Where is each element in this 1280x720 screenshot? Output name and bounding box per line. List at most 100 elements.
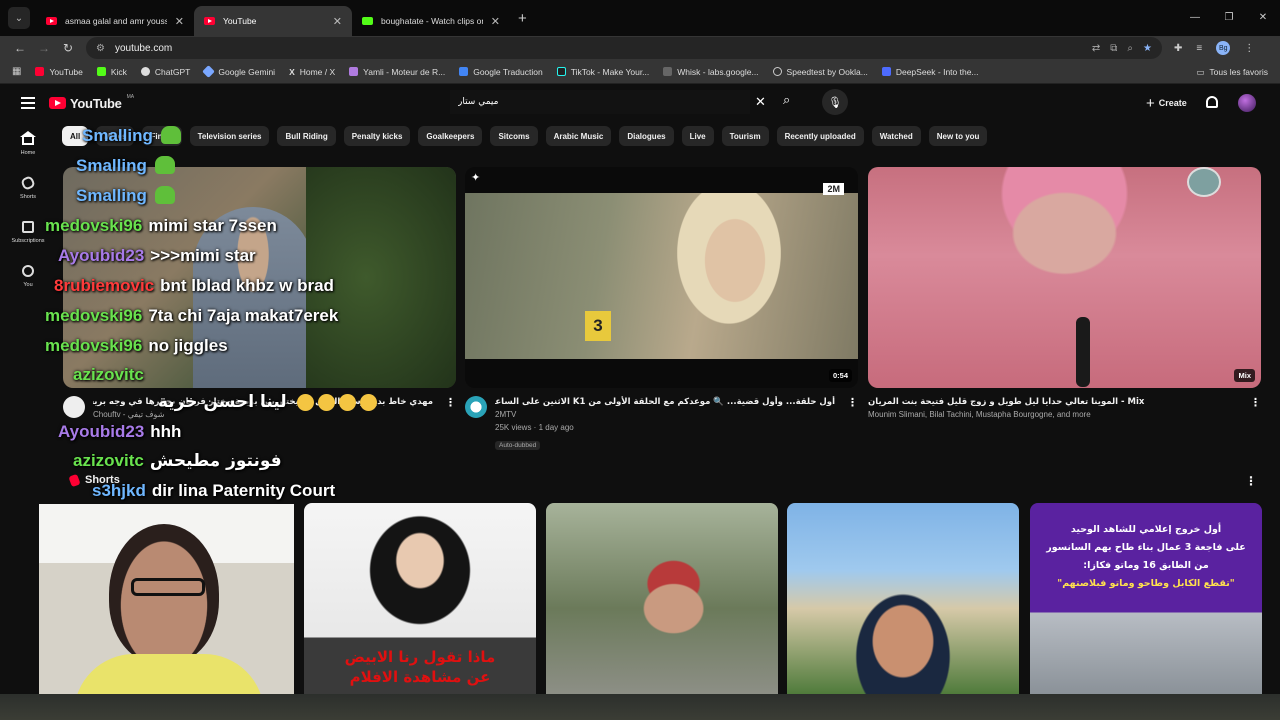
channel-avatar[interactable] (63, 396, 85, 418)
chat-message: 8rubiemovic bnt lblad khbz w brad (54, 276, 334, 296)
bookmark-youtube[interactable]: YouTube (35, 67, 83, 77)
notifications-bell-icon[interactable] (1206, 96, 1218, 108)
short-card[interactable]: أول خروج إعلامي للشاهد الوحيد على فاجعة … (1030, 503, 1262, 695)
back-icon[interactable]: ← (8, 41, 32, 55)
youtube-logo[interactable]: YouTube MA (49, 94, 134, 111)
microphone-icon[interactable]: 🎙 (822, 89, 848, 115)
chip-bull-riding[interactable]: Bull Riding (277, 126, 336, 146)
tab-kick[interactable]: boughatate - Watch clips on Ki ✕ (352, 6, 510, 36)
bookmark-gemini[interactable]: Google Gemini (202, 65, 275, 78)
chip-tourism[interactable]: Tourism (721, 126, 769, 146)
address-bar[interactable]: ⚙ youtube.com ⇄ ⧉ ⌕ ★ (86, 37, 1162, 59)
kick-favicon-icon (362, 17, 373, 25)
video-meta: Mix - الموينا تعالي حدايا ليل طويل و زوج… (868, 396, 1261, 421)
search-input[interactable] (450, 90, 750, 114)
chip-recently-uploaded[interactable]: Recently uploaded (776, 126, 864, 146)
chat-username: 8rubiemovic (54, 276, 155, 295)
guide-rail: Home Shorts Subscriptions You (0, 122, 56, 298)
new-tab-icon[interactable]: + (518, 10, 527, 27)
create-button[interactable]: + Create (1140, 91, 1197, 115)
rail-item-home[interactable]: Home (0, 122, 56, 166)
thumbnail-scene: 3 (465, 193, 858, 359)
close-tab-icon[interactable]: ✕ (491, 15, 500, 28)
chip-arabic-music[interactable]: Arabic Music (545, 126, 612, 146)
forward-icon[interactable]: → (32, 41, 56, 55)
bookmark-tiktok[interactable]: TikTok - Make Your... (556, 67, 649, 77)
site-info-icon[interactable]: ⚙ (96, 43, 105, 54)
you-icon (22, 264, 34, 277)
video-thumbnail[interactable]: Mix (868, 167, 1261, 388)
bookmark-speedtest[interactable]: Speedtest by Ookla... (772, 67, 868, 77)
short-card[interactable] (546, 503, 778, 695)
bookmark-yamli[interactable]: Yamli - Moteur de R... (349, 67, 445, 77)
tiktok-icon (556, 67, 566, 76)
window-controls: — ❐ ✕ (1178, 0, 1280, 36)
close-tab-icon[interactable]: ✕ (175, 15, 184, 28)
account-avatar[interactable] (1238, 94, 1256, 112)
chat-username: Smalling (76, 186, 147, 205)
chip-television-series[interactable]: Television series (189, 126, 270, 146)
chip-sitcoms[interactable]: Sitcoms (490, 126, 538, 146)
extensions-icon[interactable]: ✚ (1174, 43, 1182, 54)
video-thumbnail[interactable]: ✦ 3 2M 0:54 (465, 167, 858, 388)
media-icon[interactable]: ≡ (1196, 43, 1202, 54)
x-icon: X (289, 66, 295, 77)
video-card[interactable]: ✦ 3 2M 0:54 أول حلقة... وأول قضية... 🔍 م… (465, 167, 858, 452)
chat-message: azizovitc (73, 365, 144, 385)
rail-item-you[interactable]: You (0, 254, 56, 298)
tab-asmaa[interactable]: asmaa galal and amr youssef - ✕ (36, 6, 194, 36)
install-app-icon[interactable]: ⧉ (1110, 43, 1117, 54)
bookmark-chatgpt[interactable]: ChatGPT (140, 67, 190, 77)
close-tab-icon[interactable]: ✕ (333, 15, 342, 28)
video-card[interactable]: Mix Mix - الموينا تعالي حدايا ليل طويل و… (868, 167, 1261, 421)
channel-name[interactable]: 2MTV (495, 408, 835, 421)
chip-goalkeepers[interactable]: Goalkeepers (418, 126, 483, 146)
minimize-icon[interactable]: — (1178, 0, 1212, 36)
more-options-icon[interactable]: ⋮ (445, 396, 456, 409)
bookmark-star-icon[interactable]: ★ (1143, 43, 1152, 54)
browser-menu-icon[interactable]: ⋮ (1244, 43, 1254, 54)
bookmark-translate[interactable]: Google Traduction (459, 67, 543, 77)
chip-watched[interactable]: Watched (871, 126, 921, 146)
close-window-icon[interactable]: ✕ (1246, 0, 1280, 36)
channel-name[interactable]: Mounim Slimani, Bilal Tachini, Mustapha … (868, 408, 1208, 421)
video-title[interactable]: Mix - الموينا تعالي حدايا ليل طويل و زوج… (868, 396, 1208, 408)
create-label: Create (1158, 98, 1187, 108)
bookmark-x[interactable]: X Home / X (289, 67, 335, 77)
translate-icon[interactable]: ⇄ (1092, 43, 1100, 54)
overlay-line: "تقطع الكابل وطاحو وماتو فبلاصتهم" (1057, 578, 1235, 589)
apps-grid-icon[interactable]: ▦ (12, 66, 21, 77)
mix-badge: Mix (1234, 369, 1255, 382)
google-translate-icon (459, 67, 469, 76)
channel-avatar[interactable] (465, 396, 487, 418)
more-options-icon[interactable]: ⋮ (1245, 474, 1257, 488)
bookmark-kick[interactable]: Kick (96, 67, 127, 77)
short-card[interactable]: ماذا تقول رنا الابيض عن مشاهدة الافلام (304, 503, 536, 695)
chat-message: medovski96 no jiggles (45, 336, 228, 356)
chat-username: s3hjkd (92, 481, 146, 500)
chip-live[interactable]: Live (681, 126, 714, 146)
more-options-icon[interactable]: ⋮ (1250, 396, 1261, 409)
tab-search-icon[interactable]: ⌄ (8, 7, 30, 29)
rail-item-shorts[interactable]: Shorts (0, 166, 56, 210)
search-icon[interactable]: ⌕ (783, 92, 790, 108)
clear-search-icon[interactable]: ✕ (755, 94, 766, 110)
restore-icon[interactable]: ❐ (1212, 0, 1246, 36)
video-title[interactable]: أول حلقة... وأول قضية... 🔍 موعدكم مع الح… (495, 396, 835, 408)
bookmark-whisk[interactable]: Whisk - labs.google... (663, 67, 759, 77)
bookmark-deepseek[interactable]: DeepSeek - Into the... (881, 67, 979, 77)
zoom-icon[interactable]: ⌕ (1127, 43, 1133, 54)
guide-menu-icon[interactable] (21, 94, 35, 112)
short-card[interactable] (787, 503, 1019, 695)
profile-avatar[interactable]: Bg (1216, 41, 1231, 55)
tab-youtube[interactable]: YouTube ✕ (194, 6, 352, 36)
reload-icon[interactable]: ↻ (56, 41, 80, 55)
more-options-icon[interactable]: ⋮ (847, 396, 858, 409)
chip-dialogues[interactable]: Dialogues (619, 126, 674, 146)
video-stats: 25K views · 1 day ago (495, 423, 574, 432)
chip-penalty-kicks[interactable]: Penalty kicks (343, 126, 411, 146)
deepseek-icon (881, 67, 891, 76)
all-bookmarks[interactable]: ▭ Tous les favoris (1196, 60, 1268, 84)
chat-text: no jiggles (148, 336, 228, 355)
chip-new-to-you[interactable]: New to you (928, 126, 988, 146)
